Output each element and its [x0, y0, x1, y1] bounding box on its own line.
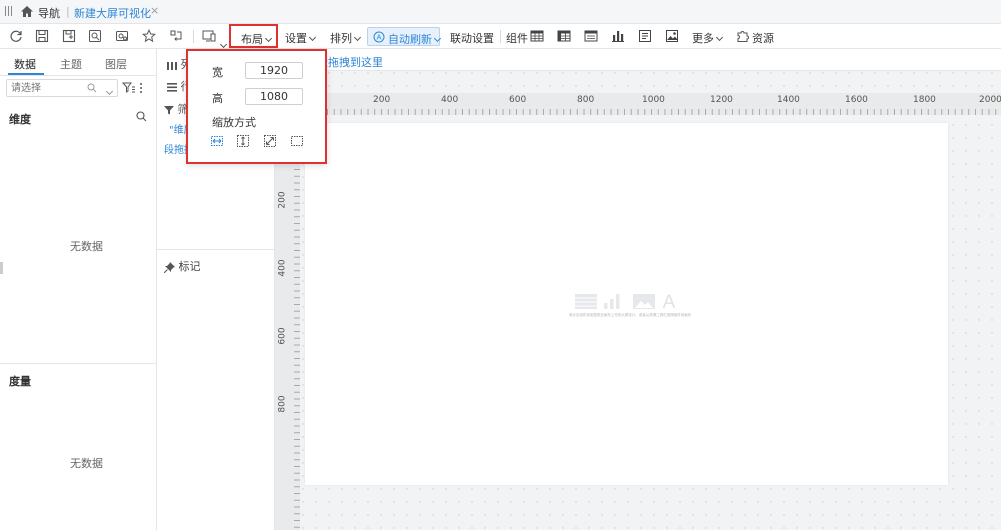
ruler-label: 400: [441, 95, 459, 105]
filter-icon: [164, 106, 174, 115]
fit-height-icon[interactable]: [237, 135, 249, 147]
nav-separator: |: [66, 5, 70, 18]
resources-button[interactable]: 资源: [752, 30, 774, 46]
empty-canvas-illustration: A: [575, 292, 676, 311]
marks-label: 标记: [163, 258, 201, 274]
bar-chart-icon[interactable]: [611, 29, 625, 43]
original-size-icon[interactable]: [291, 135, 303, 147]
measure-empty-text: 无数据: [70, 457, 103, 470]
filter-list-icon[interactable]: [122, 81, 136, 95]
home-icon[interactable]: [20, 5, 34, 18]
height-label: 高: [212, 92, 223, 105]
refresh-icon[interactable]: [9, 29, 23, 43]
chevron-down-icon: [715, 33, 724, 42]
ruler-label: 400: [277, 259, 288, 277]
ruler-label: 200: [373, 95, 391, 105]
ruler-label: 1400: [777, 95, 800, 105]
menu-grip-icon[interactable]: [5, 6, 13, 17]
more-options-icon[interactable]: [139, 82, 143, 94]
crosstab-icon[interactable]: [557, 29, 571, 43]
save-as-icon[interactable]: [62, 29, 76, 43]
measure-title: 度量: [9, 375, 31, 388]
ruler-label: 1200: [710, 95, 733, 105]
vertical-ruler: 200 400 600 800: [275, 115, 300, 530]
image-component-icon[interactable]: [665, 29, 679, 43]
ruler-label: 1800: [913, 95, 936, 105]
components-label: 组件: [506, 32, 528, 45]
left-data-panel: 数据 主题 图层 维度 无数据 度量 无数据: [0, 49, 157, 530]
device-dropdown-icon[interactable]: [219, 40, 228, 49]
filter-shelf-label: 筛: [164, 101, 189, 117]
search-icon: [87, 83, 97, 93]
horizontal-ruler: 200 400 600 800 1000 1200 1400 1600 1800…: [300, 93, 1001, 115]
tab-new-dashboard[interactable]: 新建大屏可视化: [74, 5, 151, 21]
tab-data[interactable]: 数据: [14, 56, 36, 72]
tab-close-icon[interactable]: ×: [150, 4, 159, 17]
linkage-settings-button[interactable]: 联动设置: [450, 30, 494, 46]
favorite-icon[interactable]: [142, 29, 156, 43]
dataset-select[interactable]: [6, 79, 118, 97]
chevron-down-icon: [264, 34, 273, 43]
chevron-down-icon: [353, 33, 362, 42]
scale-mode-label: 缩放方式: [212, 116, 256, 129]
pin-icon: [163, 261, 175, 273]
ruler-label: 600: [277, 327, 288, 345]
column-drop-zone[interactable]: 段拖拽到这里: [275, 49, 1001, 71]
auto-refresh-icon: A: [373, 31, 385, 43]
ruler-label: 600: [509, 95, 527, 105]
section-divider: [157, 249, 275, 250]
tab-theme[interactable]: 主题: [60, 56, 82, 72]
ruler-ticks: [275, 115, 300, 530]
dimension-title: 维度: [9, 113, 31, 126]
dataset-select-input[interactable]: [11, 81, 81, 95]
chevron-down-icon: [433, 34, 442, 43]
nav-label[interactable]: 导航: [38, 5, 60, 21]
ruler-label: 2000: [979, 95, 1001, 105]
auto-refresh-button[interactable]: A 自动刷新: [367, 27, 442, 46]
rows-icon: [167, 82, 177, 92]
ruler-label: 1600: [845, 95, 868, 105]
settings-menu[interactable]: 设置: [285, 30, 317, 46]
layout-popup: 宽 1920 高 1080 缩放方式: [186, 49, 327, 164]
section-divider: [0, 363, 157, 364]
table-icon[interactable]: [530, 29, 544, 43]
width-label: 宽: [212, 66, 223, 79]
svg-text:A: A: [663, 292, 676, 311]
chevron-down-icon: [308, 33, 317, 42]
more-menu[interactable]: 更多: [692, 30, 724, 46]
puzzle-icon[interactable]: [736, 29, 750, 43]
canvas-area: 段拖拽到这里 200 400 600 800 1000 1200 1400 16…: [275, 49, 1001, 530]
empty-canvas-caption: 请点击组件添加图表至画布上完成大屏设计，或者从资源工具栏拖拽组件到画布: [568, 313, 692, 317]
panel-resize-handle[interactable]: [0, 262, 3, 274]
preview-icon[interactable]: [88, 29, 102, 43]
svg-text:A: A: [376, 33, 381, 42]
image-export-icon[interactable]: [115, 29, 129, 43]
ruler-label: 1000: [642, 95, 665, 105]
text-component-icon[interactable]: [638, 29, 652, 43]
height-input[interactable]: 1080: [245, 88, 303, 105]
columns-icon: [167, 61, 177, 70]
ruler-label: 200: [277, 191, 288, 209]
layout-button[interactable]: 布局: [229, 24, 278, 48]
fit-stretch-icon[interactable]: [264, 135, 276, 147]
width-input[interactable]: 1920: [245, 62, 303, 79]
arrange-menu[interactable]: 排列: [330, 30, 362, 46]
ruler-label: 800: [277, 395, 288, 413]
chevron-down-icon[interactable]: [105, 87, 114, 96]
search-icon[interactable]: [136, 111, 147, 122]
tab-layers[interactable]: 图层: [105, 56, 127, 72]
detail-table-icon[interactable]: [584, 29, 598, 43]
main-toolbar: 布局 设置 排列 A 自动刷新 联动设置 组件 更多 资源: [0, 24, 1001, 49]
dashboard-canvas-page[interactable]: A 请点击组件添加图表至画布上完成大屏设计，或者从资源工具栏拖拽组件到画布: [305, 123, 948, 485]
fit-width-icon[interactable]: [211, 135, 223, 147]
device-icon[interactable]: [202, 29, 220, 43]
ruler-label: 800: [577, 95, 595, 105]
top-nav-bar: 导航 | 新建大屏可视化 ×: [0, 0, 1001, 24]
switch-icon[interactable]: [169, 29, 183, 43]
dimension-empty-text: 无数据: [70, 240, 103, 253]
save-icon[interactable]: [35, 29, 49, 43]
